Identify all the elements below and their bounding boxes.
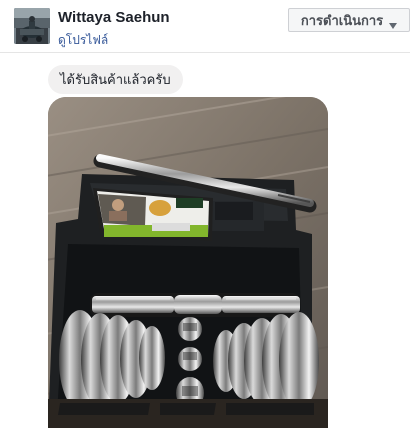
message-thread: ได้รับสินค้าแล้วครับ xyxy=(0,53,410,428)
conversation-header: Wittaya Saehun ดูโปรไฟล์ การดำเนินการ xyxy=(0,0,410,53)
actions-button-label: การดำเนินการ xyxy=(300,12,384,28)
view-profile-link[interactable]: ดูโปรไฟล์ xyxy=(58,31,108,50)
photo-message[interactable] xyxy=(48,97,328,428)
actions-button[interactable]: การดำเนินการ xyxy=(288,8,410,32)
chevron-down-icon xyxy=(389,17,398,29)
dumbbell-set-photo xyxy=(48,97,328,428)
user-name[interactable]: Wittaya Saehun xyxy=(58,9,170,26)
avatar[interactable] xyxy=(14,8,50,44)
text-message-bubble[interactable]: ได้รับสินค้าแล้วครับ xyxy=(48,65,183,94)
